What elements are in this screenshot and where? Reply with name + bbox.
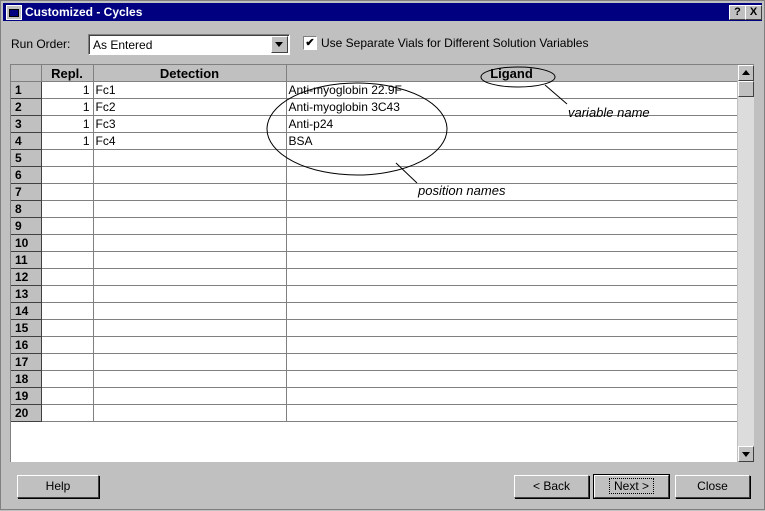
- help-button[interactable]: Help: [17, 475, 99, 498]
- position-names-annotation: position names: [418, 183, 506, 198]
- ligand-header-ellipse: [480, 66, 556, 88]
- position-names-ellipse: [266, 82, 448, 176]
- cycles-dialog: Customized - Cycles ? X Run Order: As En…: [0, 0, 765, 510]
- position-names-pointer: [395, 162, 418, 184]
- annotation-overlay: [266, 66, 568, 184]
- back-button[interactable]: < Back: [514, 475, 589, 498]
- variable-name-annotation: variable name: [568, 105, 650, 120]
- close-button[interactable]: Close: [675, 475, 750, 498]
- next-button-label: Next >: [608, 478, 654, 494]
- variable-name-pointer: [544, 84, 568, 105]
- next-button[interactable]: Next >: [593, 474, 670, 499]
